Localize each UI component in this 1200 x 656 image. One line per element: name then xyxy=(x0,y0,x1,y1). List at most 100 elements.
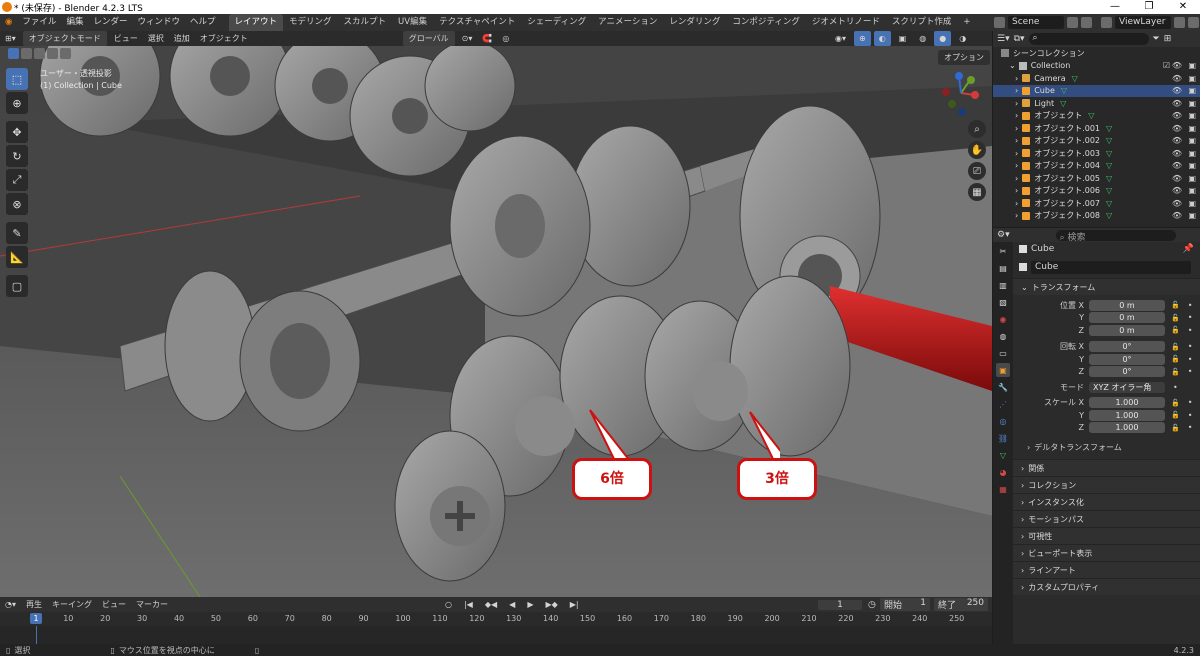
render-camera-icon[interactable]: ▣ xyxy=(1188,149,1196,158)
workspace-tab-modeling[interactable]: モデリング xyxy=(283,14,338,31)
location-z-field[interactable]: 0 m xyxy=(1089,324,1165,336)
render-camera-icon[interactable]: ▣ xyxy=(1188,211,1196,220)
render-camera-icon[interactable]: ▣ xyxy=(1188,74,1196,83)
scene-tab-icon[interactable]: ◉ xyxy=(996,312,1010,326)
play-reverse-icon[interactable]: ◀ xyxy=(504,597,520,612)
filter-icon[interactable]: ⏷ xyxy=(1153,34,1160,44)
blender-menu-icon[interactable]: ◉ xyxy=(0,14,17,31)
properties-panel-header[interactable]: › 関係 xyxy=(1013,459,1200,476)
outliner-item[interactable]: › オブジェクト.002 ▽ 👁 ▣ xyxy=(993,135,1200,148)
lock-icon[interactable]: 🔓 xyxy=(1171,343,1180,351)
texture-tab-icon[interactable]: ▦ xyxy=(996,482,1010,496)
keyframe-dot-icon[interactable]: • xyxy=(1188,367,1193,376)
play-icon[interactable]: ▶ xyxy=(522,597,538,612)
start-frame-field[interactable]: 開始 1 xyxy=(880,598,930,611)
snap-icon[interactable]: 🧲 xyxy=(477,31,497,46)
expand-arrow-icon[interactable]: › xyxy=(1015,211,1018,220)
playback-menu[interactable]: 再生 xyxy=(21,597,47,612)
outliner-item[interactable]: › オブジェクト.005 ▽ 👁 ▣ xyxy=(993,172,1200,185)
eye-icon[interactable]: 👁 xyxy=(1172,199,1182,208)
workspace-tab-animation[interactable]: アニメーション xyxy=(592,14,663,31)
eye-icon[interactable]: 👁 xyxy=(1172,99,1182,108)
select-intersect-icon[interactable] xyxy=(60,48,71,59)
pivot-icon[interactable]: ⊙▾ xyxy=(457,31,478,46)
expand-arrow-icon[interactable]: › xyxy=(1015,124,1018,133)
lock-icon[interactable]: 🔓 xyxy=(1171,301,1180,309)
eye-icon[interactable]: 👁 xyxy=(1172,211,1182,220)
scale-z-field[interactable]: 1.000 xyxy=(1089,422,1165,434)
eye-icon[interactable]: 👁 xyxy=(1172,149,1182,158)
properties-panel-header[interactable]: › 可視性 xyxy=(1013,527,1200,544)
outliner-display-mode-icon[interactable]: ⧉▾ xyxy=(1014,34,1025,44)
keyframe-dot-icon[interactable]: • xyxy=(1188,355,1193,364)
current-frame-field[interactable]: 1 xyxy=(818,599,862,610)
shading-solid-icon[interactable]: ● xyxy=(934,31,952,46)
location-x-field[interactable]: 0 m xyxy=(1089,299,1165,311)
outliner-item[interactable]: › Cube ▽ 👁 ▣ xyxy=(993,84,1200,97)
properties-panel-header[interactable]: › コレクション xyxy=(1013,476,1200,493)
cursor-tool-icon[interactable]: ⊕ xyxy=(6,92,28,114)
properties-panel-header[interactable]: › ラインアート xyxy=(1013,561,1200,578)
expand-arrow-icon[interactable]: › xyxy=(1015,161,1018,170)
workspace-tab-texture-paint[interactable]: テクスチャペイント xyxy=(433,14,521,31)
outliner-scene-collection[interactable]: シーンコレクション xyxy=(993,47,1200,60)
lock-icon[interactable]: 🔓 xyxy=(1171,399,1180,407)
delta-transform-subpanel[interactable]: › デルタトランスフォーム xyxy=(1013,439,1200,455)
scale-tool-icon[interactable]: ⤢ xyxy=(6,169,28,191)
render-camera-icon[interactable]: ▣ xyxy=(1188,199,1196,208)
xray-icon[interactable]: ▣ xyxy=(894,31,912,46)
viewlayer-copy-icon[interactable] xyxy=(1174,17,1185,28)
options-dropdown[interactable]: オプション xyxy=(938,50,990,65)
keyframe-dot-icon[interactable]: • xyxy=(1188,326,1193,335)
add-cube-tool-icon[interactable]: ▢ xyxy=(6,275,28,297)
select-subtract-icon[interactable] xyxy=(34,48,45,59)
render-camera-icon[interactable]: ▣ xyxy=(1188,174,1196,183)
eye-icon[interactable]: 👁 xyxy=(1172,186,1182,195)
outliner-item[interactable]: › Light ▽ 👁 ▣ xyxy=(993,97,1200,110)
lock-icon[interactable]: 🔓 xyxy=(1171,411,1180,419)
navigation-gizmo[interactable] xyxy=(938,70,984,116)
expand-arrow-icon[interactable]: › xyxy=(1015,111,1018,120)
menu-select[interactable]: 選択 xyxy=(143,31,169,46)
scene-close-icon[interactable] xyxy=(1081,17,1092,28)
expand-arrow-icon[interactable]: › xyxy=(1015,74,1018,83)
outliner-item[interactable]: › オブジェクト ▽ 👁 ▣ xyxy=(993,110,1200,123)
select-box-tool-icon[interactable]: ⬚ xyxy=(6,68,28,90)
view-layer-tab-icon[interactable]: ▧ xyxy=(996,295,1010,309)
eye-icon[interactable]: 👁 xyxy=(1172,111,1182,120)
rotation-mode-dropdown[interactable]: XYZ オイラー角 xyxy=(1089,381,1165,393)
keyframe-dot-icon[interactable]: • xyxy=(1188,313,1193,322)
render-camera-icon[interactable]: ▣ xyxy=(1188,136,1196,145)
workspace-tab-layout[interactable]: レイアウト xyxy=(228,14,284,31)
annotate-tool-icon[interactable]: ✎ xyxy=(6,222,28,244)
properties-panel-header[interactable]: › モーションパス xyxy=(1013,510,1200,527)
expand-arrow-icon[interactable]: › xyxy=(1015,99,1018,108)
scale-y-field[interactable]: 1.000 xyxy=(1089,409,1165,421)
outliner-item[interactable]: › オブジェクト.004 ▽ 👁 ▣ xyxy=(993,160,1200,173)
shading-material-icon[interactable]: ◑ xyxy=(954,31,971,46)
ortho-grid-icon[interactable]: ▦ xyxy=(968,183,986,201)
menu-help[interactable]: ヘルプ xyxy=(185,14,221,31)
lock-icon[interactable]: 🔓 xyxy=(1171,355,1180,363)
output-tab-icon[interactable]: ▥ xyxy=(996,278,1010,292)
outliner-item[interactable]: › オブジェクト.006 ▽ 👁 ▣ xyxy=(993,185,1200,198)
scene-selector[interactable]: Scene xyxy=(1008,16,1064,29)
render-camera-icon[interactable]: ▣ xyxy=(1188,99,1196,108)
expand-arrow-icon[interactable]: › xyxy=(1015,136,1018,145)
menu-window[interactable]: ウィンドウ xyxy=(132,14,185,31)
expand-arrow-icon[interactable]: › xyxy=(1015,174,1018,183)
next-key-icon[interactable]: ▶◆ xyxy=(540,597,562,612)
measure-tool-icon[interactable]: 📐 xyxy=(6,246,28,268)
collection-eye-icon[interactable]: 👁 xyxy=(1172,61,1182,70)
move-tool-icon[interactable]: ✥ xyxy=(6,121,28,143)
keyframe-dot-icon[interactable]: • xyxy=(1188,342,1193,351)
eye-icon[interactable]: 👁 xyxy=(1172,124,1182,133)
editor-type-icon[interactable]: ⊞▾ xyxy=(0,31,21,46)
location-y-field[interactable]: 0 m xyxy=(1089,312,1165,324)
collection-checkbox-icon[interactable]: ☑ xyxy=(1163,61,1170,70)
viewlayer-close-icon[interactable] xyxy=(1188,17,1199,28)
rotate-tool-icon[interactable]: ↻ xyxy=(6,145,28,167)
lock-icon[interactable]: 🔓 xyxy=(1171,314,1180,322)
menu-file[interactable]: ファイル xyxy=(17,14,61,31)
keyframe-dot-icon[interactable]: • xyxy=(1188,398,1193,407)
